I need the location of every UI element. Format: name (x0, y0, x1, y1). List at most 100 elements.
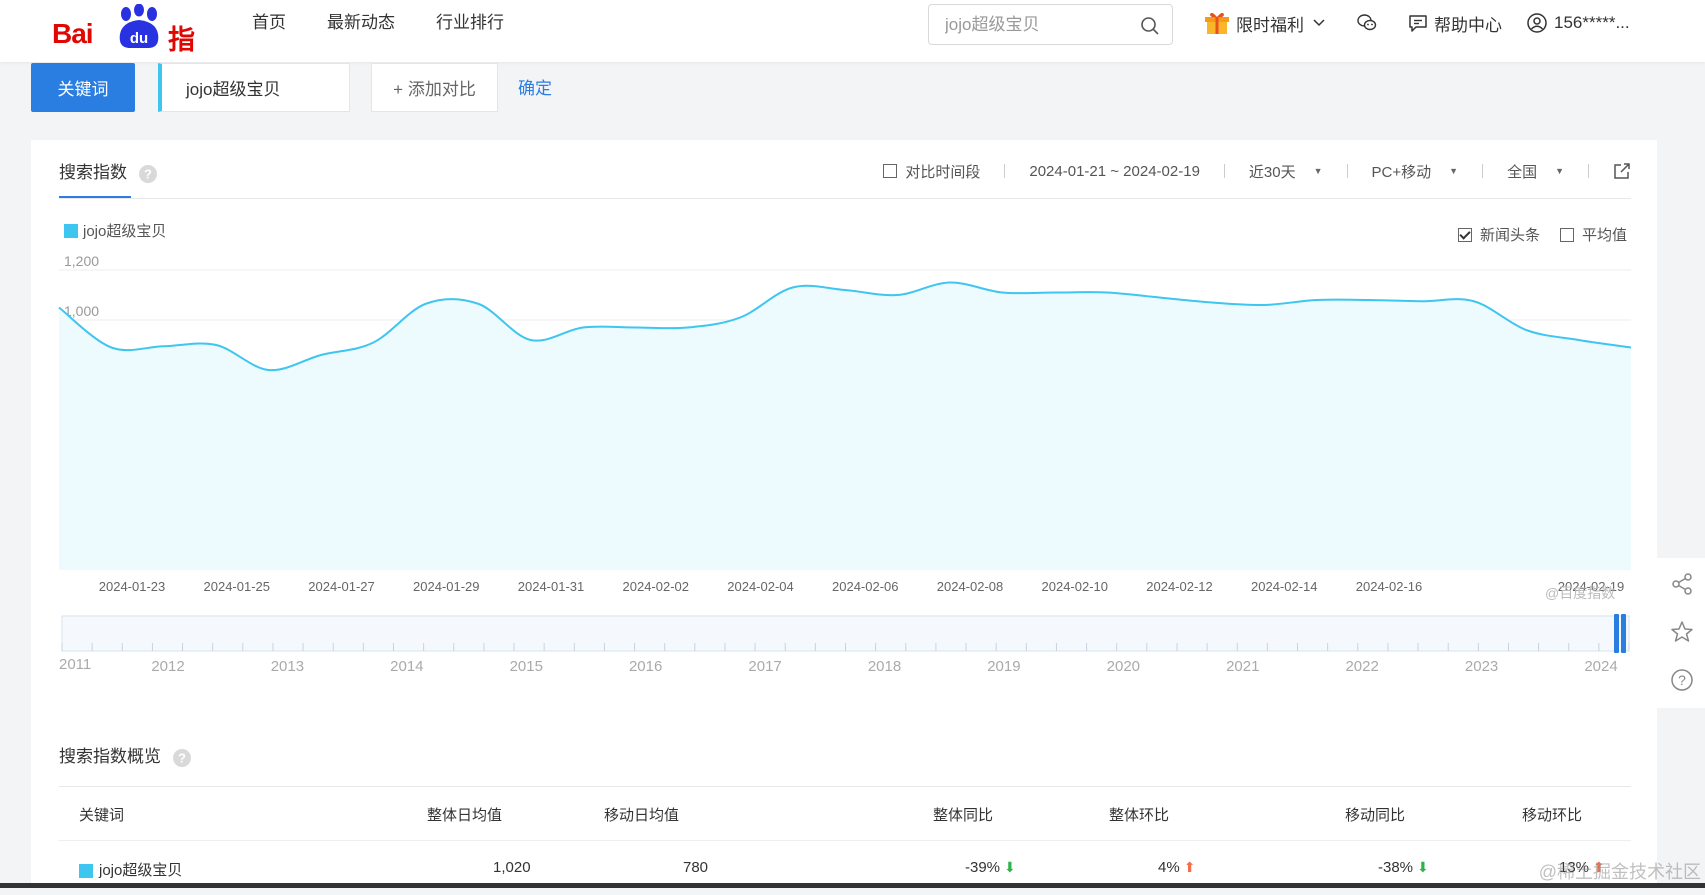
external-link-icon[interactable] (1613, 162, 1631, 180)
user-menu[interactable]: 156*****... (1526, 12, 1630, 34)
row-swatch (79, 864, 93, 878)
caret-down-icon: ▼ (1449, 166, 1458, 176)
separator (1347, 164, 1348, 178)
arrow-up-icon: ⬆ (1184, 859, 1196, 875)
help-icon[interactable]: ? (138, 164, 158, 184)
period-select[interactable]: 近30天 ▼ (1249, 161, 1323, 182)
gift-icon (1204, 10, 1230, 36)
logo-du: du (130, 30, 148, 47)
x-tick-label: 2024-02-08 (937, 579, 1004, 594)
nav-industry-rank[interactable]: 行业排行 (436, 12, 504, 34)
slider-year-label: 2021 (1226, 658, 1259, 675)
col-overall-avg: 整体日均值 (427, 804, 502, 825)
col-mobile-yoy: 移动同比 (1345, 804, 1405, 825)
date-range-label: 2024-01-21 ~ 2024-02-19 (1029, 163, 1200, 180)
series-area (59, 282, 1631, 570)
overview-header-row: 关键词 整体日均值 移动日均值 整体同比 整体环比 移动同比 移动环比 (59, 787, 1631, 841)
row-overall-yoy: -39%⬇ (965, 859, 1016, 876)
help-center[interactable]: 帮助中心 (1408, 11, 1502, 36)
svg-text:?: ? (144, 166, 152, 181)
separator (1004, 164, 1005, 178)
search-input[interactable] (943, 13, 1133, 37)
wechat-link[interactable] (1356, 12, 1384, 34)
chart-options: 新闻头条 平均值 (1438, 224, 1627, 245)
compare-period-toggle[interactable]: 对比时间段 (883, 161, 980, 182)
wechat-icon (1356, 12, 1378, 34)
average-checkbox[interactable] (1560, 228, 1574, 242)
col-overall-mom: 整体环比 (1109, 804, 1169, 825)
separator (1224, 164, 1225, 178)
x-tick-label: 2024-02-02 (623, 579, 690, 594)
keyword-tag-label: jojo超级宝贝 (186, 75, 280, 100)
overview-title: 搜索指数概览 ? (59, 742, 192, 768)
news-label: 新闻头条 (1480, 224, 1540, 245)
slider-year-label: 2022 (1345, 658, 1378, 675)
help-icon[interactable]: ? (172, 748, 192, 768)
x-tick-label: 2024-02-06 (832, 579, 899, 594)
search-icon[interactable] (1140, 16, 1160, 36)
region-select[interactable]: 全国 ▼ (1507, 161, 1564, 182)
legend-label: jojo超级宝贝 (83, 220, 166, 241)
x-tick-label: 2024-02-04 (727, 579, 794, 594)
arrow-down-icon: ⬇ (1004, 859, 1016, 875)
slider-year-label: 2015 (510, 658, 543, 675)
caret-down-icon: ▼ (1555, 166, 1564, 176)
separator (1588, 164, 1589, 178)
news-checkbox[interactable] (1458, 228, 1472, 242)
x-tick-label: 2024-02-16 (1356, 579, 1423, 594)
user-name: 156*****... (1554, 13, 1630, 33)
search-box (928, 4, 1173, 45)
col-mobile-mom: 移动环比 (1522, 804, 1582, 825)
slider-year-label: 2014 (390, 658, 423, 675)
period-select-label: 近30天 (1249, 161, 1296, 182)
slider-year-label: 2019 (987, 658, 1020, 675)
slider-year-label: 2011 (59, 656, 91, 673)
baidu-index-logo[interactable]: Bai du 指数 (52, 4, 212, 56)
row-mobile-yoy: -38%⬇ (1378, 859, 1429, 876)
share-icon[interactable] (1670, 572, 1694, 596)
row-overall-mom-value: 4% (1158, 859, 1180, 876)
row-overall-yoy-value: -39% (965, 859, 1000, 876)
top-header: Bai du 指数 首页 最新动态 行业排行 限时福利 (0, 0, 1705, 62)
keyword-tag[interactable]: jojo超级宝贝 (158, 63, 350, 112)
tab-search-index-label: 搜索指数 (59, 163, 127, 182)
side-toolbar: ? (1657, 558, 1705, 708)
star-icon[interactable] (1670, 620, 1694, 644)
legend-swatch (64, 224, 78, 238)
search-index-chart[interactable]: 2004006008001,0001,2002024-01-232024-01-… (31, 250, 1657, 690)
tab-search-index[interactable]: 搜索指数 ? (59, 158, 158, 184)
confirm-link[interactable]: 确定 (518, 74, 552, 99)
col-mobile-avg: 移动日均值 (604, 804, 679, 825)
user-icon (1526, 12, 1548, 34)
question-icon[interactable]: ? (1670, 668, 1694, 692)
x-tick-label: 2024-02-12 (1146, 579, 1213, 594)
x-tick-label: 2024-01-31 (518, 579, 585, 594)
limited-offer[interactable]: 限时福利 (1204, 10, 1332, 36)
region-select-label: 全国 (1507, 161, 1537, 182)
header-right: 限时福利 帮助中心 15 (1204, 8, 1654, 38)
device-select[interactable]: PC+移动 ▼ (1372, 161, 1459, 182)
svg-text:?: ? (1678, 672, 1686, 688)
nav-home[interactable]: 首页 (252, 12, 286, 34)
nav-latest[interactable]: 最新动态 (327, 12, 395, 34)
logo-bai: Bai (52, 18, 93, 50)
caret-down-icon: ▼ (1314, 166, 1323, 176)
slider-year-label: 2024 (1584, 658, 1617, 675)
x-tick-label: 2024-02-10 (1042, 579, 1109, 594)
slider-year-label: 2016 (629, 658, 662, 675)
average-toggle[interactable]: 平均值 (1560, 224, 1627, 245)
search-index-panel: 搜索指数 ? 对比时间段 2024-01-21 ~ 2024-02-19 近30… (31, 140, 1657, 888)
row-mobile-avg: 780 (683, 859, 708, 876)
message-icon (1408, 13, 1428, 33)
news-toggle[interactable]: 新闻头条 (1458, 224, 1540, 245)
keyword-button[interactable]: 关键词 (31, 63, 135, 112)
x-tick-label: 2024-02-14 (1251, 579, 1318, 594)
row-keyword[interactable]: jojo超级宝贝 (79, 859, 182, 880)
col-overall-yoy: 整体同比 (933, 804, 993, 825)
svg-text:?: ? (178, 750, 186, 765)
chart-legend[interactable]: jojo超级宝贝 (64, 220, 166, 241)
add-compare-button[interactable]: + 添加对比 (371, 63, 498, 112)
date-range-picker[interactable]: 2024-01-21 ~ 2024-02-19 (1029, 163, 1200, 180)
compare-period-label: 对比时间段 (905, 161, 980, 182)
compare-period-checkbox[interactable] (883, 164, 897, 178)
